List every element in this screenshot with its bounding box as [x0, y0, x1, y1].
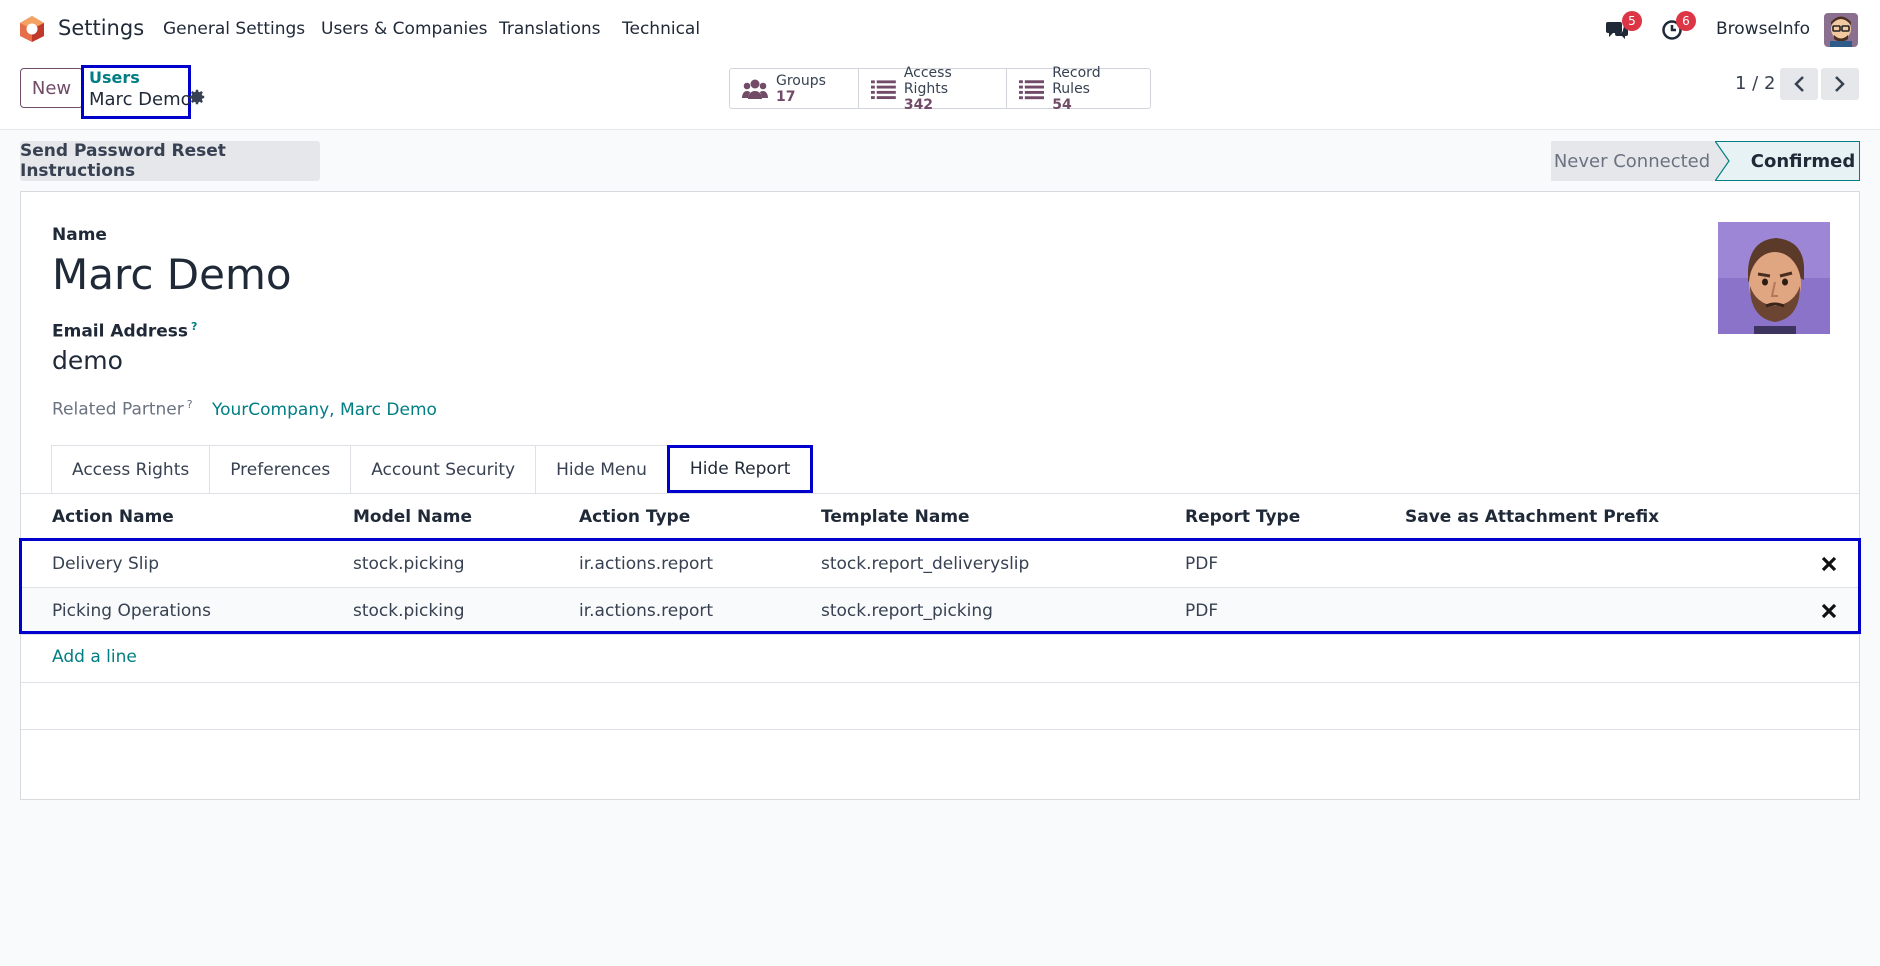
cell-action-type[interactable]: ir.actions.report: [579, 588, 713, 634]
profile-photo[interactable]: [1718, 222, 1830, 334]
pager-value[interactable]: 1 / 2: [1735, 73, 1775, 94]
empty-table-row: [21, 729, 1859, 776]
smart-button-label: Record Rules: [1052, 64, 1101, 97]
related-partner-label-text: Related Partner: [52, 399, 184, 420]
smart-button-label: Groups: [776, 72, 826, 89]
gear-icon[interactable]: [188, 88, 206, 106]
status-never-connected[interactable]: Never Connected: [1551, 141, 1729, 181]
new-button[interactable]: New: [20, 68, 83, 108]
smart-button-value: 54: [1052, 96, 1072, 113]
user-avatar[interactable]: [1824, 13, 1858, 47]
cell-action-name[interactable]: Picking Operations: [52, 588, 211, 634]
cell-model-name[interactable]: stock.picking: [353, 541, 465, 587]
smart-buttons: Groups 17 Access Rights 342 Record Rules…: [729, 65, 1151, 113]
app-title[interactable]: Settings: [58, 16, 144, 40]
related-partner-label: Related Partner?: [52, 398, 193, 420]
record-rules-smart-button[interactable]: Record Rules 54: [1007, 65, 1150, 113]
chevron-right-icon: [1835, 76, 1845, 92]
smart-button-label: Access Rights: [903, 64, 952, 97]
empty-table-row: [21, 682, 1859, 729]
status-arrow-icon: [1715, 141, 1731, 181]
cell-report-type[interactable]: PDF: [1185, 541, 1218, 587]
column-header-attachment-prefix[interactable]: Save as Attachment Prefix: [1405, 494, 1659, 540]
name-field[interactable]: Marc Demo: [52, 250, 292, 299]
email-label-text: Email Address: [52, 321, 189, 342]
smart-button-value: 17: [776, 88, 796, 105]
status-confirmed-label: Confirmed: [1750, 150, 1856, 172]
company-name[interactable]: BrowseInfo: [1716, 19, 1810, 39]
activities-button[interactable]: 6: [1655, 11, 1696, 47]
top-navbar: Settings General Settings Users & Compan…: [0, 0, 1880, 58]
column-header-action-name[interactable]: Action Name: [52, 494, 174, 540]
name-label: Name: [52, 225, 107, 245]
activities-badge: 6: [1676, 11, 1696, 31]
list-icon: [1019, 79, 1045, 99]
cell-action-name[interactable]: Delivery Slip: [52, 541, 159, 587]
pager-previous-button[interactable]: [1780, 68, 1818, 100]
help-icon[interactable]: ?: [187, 398, 193, 411]
messages-badge: 5: [1622, 11, 1642, 31]
groups-smart-button[interactable]: Groups 17: [730, 69, 859, 108]
menu-translations[interactable]: Translations: [499, 19, 601, 39]
tab-account-security[interactable]: Account Security: [350, 445, 537, 493]
smart-button-value: 342: [903, 96, 934, 113]
cell-template-name[interactable]: stock.report_picking: [821, 588, 993, 634]
related-partner-link[interactable]: YourCompany, Marc Demo: [212, 400, 437, 420]
email-field[interactable]: demo: [52, 346, 123, 375]
messages-button[interactable]: 5: [1600, 11, 1642, 47]
menu-users-companies[interactable]: Users & Companies: [321, 19, 488, 39]
cell-action-type[interactable]: ir.actions.report: [579, 541, 713, 587]
email-label: Email Address?: [52, 320, 197, 342]
chevron-left-icon: [1794, 76, 1804, 92]
column-header-template-name[interactable]: Template Name: [821, 494, 970, 540]
column-header-action-type[interactable]: Action Type: [579, 494, 690, 540]
tab-access-rights[interactable]: Access Rights: [51, 445, 211, 493]
menu-general-settings[interactable]: General Settings: [163, 19, 305, 39]
table-row[interactable]: Picking Operations stock.picking ir.acti…: [21, 588, 1859, 635]
pager-next-button[interactable]: [1821, 68, 1859, 100]
notebook-tabs: Access Rights Preferences Account Securi…: [51, 445, 814, 493]
send-password-reset-button[interactable]: Send Password Reset Instructions: [20, 141, 320, 181]
status-bar: Never Connected Confirmed: [1551, 141, 1860, 181]
control-panel: New Users Marc Demo Groups 17 Access Rig…: [0, 58, 1880, 130]
column-header-report-type[interactable]: Report Type: [1185, 494, 1300, 540]
cell-report-type[interactable]: PDF: [1185, 588, 1218, 634]
users-icon: [742, 79, 768, 99]
cell-template-name[interactable]: stock.report_deliveryslip: [821, 541, 1029, 587]
status-confirmed[interactable]: Confirmed: [1715, 141, 1860, 181]
breadcrumb-users-link[interactable]: Users: [89, 68, 140, 87]
tab-preferences[interactable]: Preferences: [209, 445, 352, 493]
breadcrumb-current: Marc Demo: [89, 89, 192, 110]
tab-hide-menu[interactable]: Hide Menu: [535, 445, 668, 493]
tab-hide-report[interactable]: Hide Report: [666, 445, 814, 493]
odoo-logo-icon[interactable]: [18, 15, 46, 43]
table-row[interactable]: Delivery Slip stock.picking ir.actions.r…: [21, 541, 1859, 588]
hide-report-table: Action Name Model Name Action Type Templ…: [21, 494, 1859, 635]
column-header-model-name[interactable]: Model Name: [353, 494, 472, 540]
form-sheet: Name Marc Demo Email Address? demo Relat…: [19, 191, 1861, 800]
access-rights-smart-button[interactable]: Access Rights 342: [859, 65, 1007, 113]
help-icon[interactable]: ?: [191, 320, 197, 333]
list-icon: [871, 79, 896, 99]
cell-model-name[interactable]: stock.picking: [353, 588, 465, 634]
table-header-row: Action Name Model Name Action Type Templ…: [21, 494, 1859, 541]
menu-technical[interactable]: Technical: [622, 19, 700, 39]
delete-row-icon[interactable]: [1821, 556, 1837, 572]
delete-row-icon[interactable]: [1821, 603, 1837, 619]
add-a-line-link[interactable]: Add a line: [52, 647, 137, 667]
